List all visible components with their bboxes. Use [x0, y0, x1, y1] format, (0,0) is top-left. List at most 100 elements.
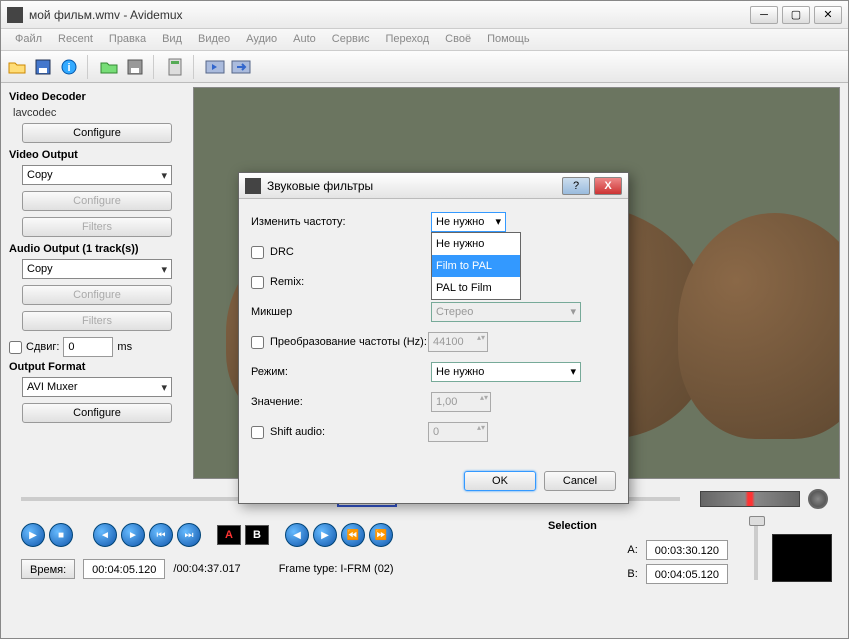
shift-unit: ms	[117, 341, 132, 353]
audio-filters-dialog: Звуковые фильтры ? X Изменить частоту: Н…	[238, 172, 629, 504]
freq-option-pal-to-film[interactable]: PAL to Film	[432, 277, 520, 299]
freq-dropdown: Не нужно Film to PAL PAL to Film	[431, 232, 521, 300]
menu-audio[interactable]: Аудио	[238, 29, 285, 50]
mode-combo[interactable]: Не нужно	[431, 362, 581, 382]
sel-a-label: A:	[627, 544, 637, 556]
disk-icon[interactable]	[123, 55, 147, 79]
menu-edit[interactable]: Правка	[101, 29, 154, 50]
remix-label: Remix:	[270, 276, 304, 288]
menu-view[interactable]: Вид	[154, 29, 190, 50]
menu-video[interactable]: Видео	[190, 29, 238, 50]
decoder-configure-button[interactable]: Configure	[22, 123, 172, 143]
selection-panel: Selection A: 00:03:30.120 B: 00:04:05.120	[548, 520, 728, 588]
menu-auto[interactable]: Auto	[285, 29, 324, 50]
shift-audio-checkbox[interactable]	[251, 426, 264, 439]
video-filters-button: Filters	[22, 217, 172, 237]
calc-icon[interactable]	[163, 55, 187, 79]
conv-checkbox[interactable]	[251, 336, 264, 349]
minimize-button[interactable]: ─	[750, 6, 778, 24]
format-heading: Output Format	[9, 361, 185, 373]
dialog-close-button[interactable]: X	[594, 177, 622, 195]
shift-audio-spinner: 0	[428, 422, 488, 442]
shift-spinner[interactable]: 0	[63, 337, 113, 357]
goto-a-button[interactable]: ◀	[285, 523, 309, 547]
conv-label: Преобразование частоты (Hz):	[270, 336, 428, 348]
goto-b-button[interactable]: ▶	[313, 523, 337, 547]
dialog-title: Звуковые фильтры	[267, 179, 558, 193]
save-icon[interactable]	[31, 55, 55, 79]
shift-audio-label: Shift audio:	[270, 426, 428, 438]
mark-b-button[interactable]: B	[245, 525, 269, 545]
app-icon	[7, 7, 23, 23]
forward-button[interactable]: ⏩	[369, 523, 393, 547]
cancel-button[interactable]: Cancel	[544, 471, 616, 491]
time-field[interactable]: 00:04:05.120	[83, 559, 165, 579]
value-spinner: 1,00	[431, 392, 491, 412]
time-button[interactable]: Время:	[21, 559, 75, 579]
menu-recent[interactable]: Recent	[50, 29, 101, 50]
audio-configure-button: Configure	[22, 285, 172, 305]
preview-thumbnail	[772, 534, 832, 582]
prev-keyframe-button[interactable]: ⏮	[149, 523, 173, 547]
mixer-combo: Стерео	[431, 302, 581, 322]
video-configure-button: Configure	[22, 191, 172, 211]
format-configure-button[interactable]: Configure	[22, 403, 172, 423]
prev-frame-button[interactable]: ◄	[93, 523, 117, 547]
remix-checkbox[interactable]	[251, 276, 264, 289]
info-icon[interactable]: i	[57, 55, 81, 79]
menu-goto[interactable]: Переход	[377, 29, 437, 50]
main-window: мой фильм.wmv - Avidemux ─ ▢ ✕ Файл Rece…	[0, 0, 849, 639]
audio-output-heading: Audio Output (1 track(s))	[9, 243, 185, 255]
stop-button[interactable]: ■	[49, 523, 73, 547]
sel-b-label: B:	[627, 568, 637, 580]
decoder-heading: Video Decoder	[9, 91, 185, 103]
rewind-button[interactable]: ⏪	[341, 523, 365, 547]
sidebar: Video Decoder lavcodec Configure Video O…	[1, 83, 193, 483]
freq-combo[interactable]: Не нужно Не нужно Film to PAL PAL to Fil…	[431, 212, 506, 232]
sel-b-value[interactable]: 00:04:05.120	[646, 564, 728, 584]
dialog-icon	[245, 178, 261, 194]
mark-a-button[interactable]: A	[217, 525, 241, 545]
load-icon[interactable]	[97, 55, 121, 79]
ok-button[interactable]: OK	[464, 471, 536, 491]
dialog-help-button[interactable]: ?	[562, 177, 590, 195]
decoder-value: lavcodec	[9, 107, 185, 119]
freq-option-none[interactable]: Не нужно	[432, 233, 520, 255]
mixer-label: Микшер	[251, 306, 431, 318]
video-output-heading: Video Output	[9, 149, 185, 161]
freq-option-film-to-pal[interactable]: Film to PAL	[432, 255, 520, 277]
sel-a-value[interactable]: 00:03:30.120	[646, 540, 728, 560]
export-icon[interactable]	[229, 55, 253, 79]
toolbar: i	[1, 51, 848, 83]
svg-text:i: i	[67, 62, 70, 74]
value-label: Значение:	[251, 396, 431, 408]
drc-label: DRC	[270, 246, 294, 258]
mode-label: Режим:	[251, 366, 431, 378]
drc-checkbox[interactable]	[251, 246, 264, 259]
frame-type: Frame type: I-FRM (02)	[279, 563, 394, 575]
menu-custom[interactable]: Своё	[437, 29, 479, 50]
vu-meter	[700, 491, 800, 507]
menubar: Файл Recent Правка Вид Видео Аудио Auto …	[1, 29, 848, 51]
volume-slider[interactable]	[754, 520, 758, 580]
selection-heading: Selection	[548, 520, 728, 532]
open-icon[interactable]	[5, 55, 29, 79]
menu-service[interactable]: Сервис	[324, 29, 378, 50]
audio-filters-button: Filters	[22, 311, 172, 331]
menu-file[interactable]: Файл	[7, 29, 50, 50]
titlebar: мой фильм.wmv - Avidemux ─ ▢ ✕	[1, 1, 848, 29]
menu-help[interactable]: Помощь	[479, 29, 538, 50]
shift-checkbox[interactable]	[9, 341, 22, 354]
maximize-button[interactable]: ▢	[782, 6, 810, 24]
video-output-combo[interactable]: Copy	[22, 165, 172, 185]
play-button[interactable]: ▶	[21, 523, 45, 547]
speaker-icon[interactable]	[808, 489, 828, 509]
conv-spinner: 44100	[428, 332, 488, 352]
format-combo[interactable]: AVI Muxer	[22, 377, 172, 397]
audio-output-combo[interactable]: Copy	[22, 259, 172, 279]
next-keyframe-button[interactable]: ⏭	[177, 523, 201, 547]
close-button[interactable]: ✕	[814, 6, 842, 24]
freq-label: Изменить частоту:	[251, 216, 431, 228]
play-panel-icon[interactable]	[203, 55, 227, 79]
next-frame-button[interactable]: ►	[121, 523, 145, 547]
